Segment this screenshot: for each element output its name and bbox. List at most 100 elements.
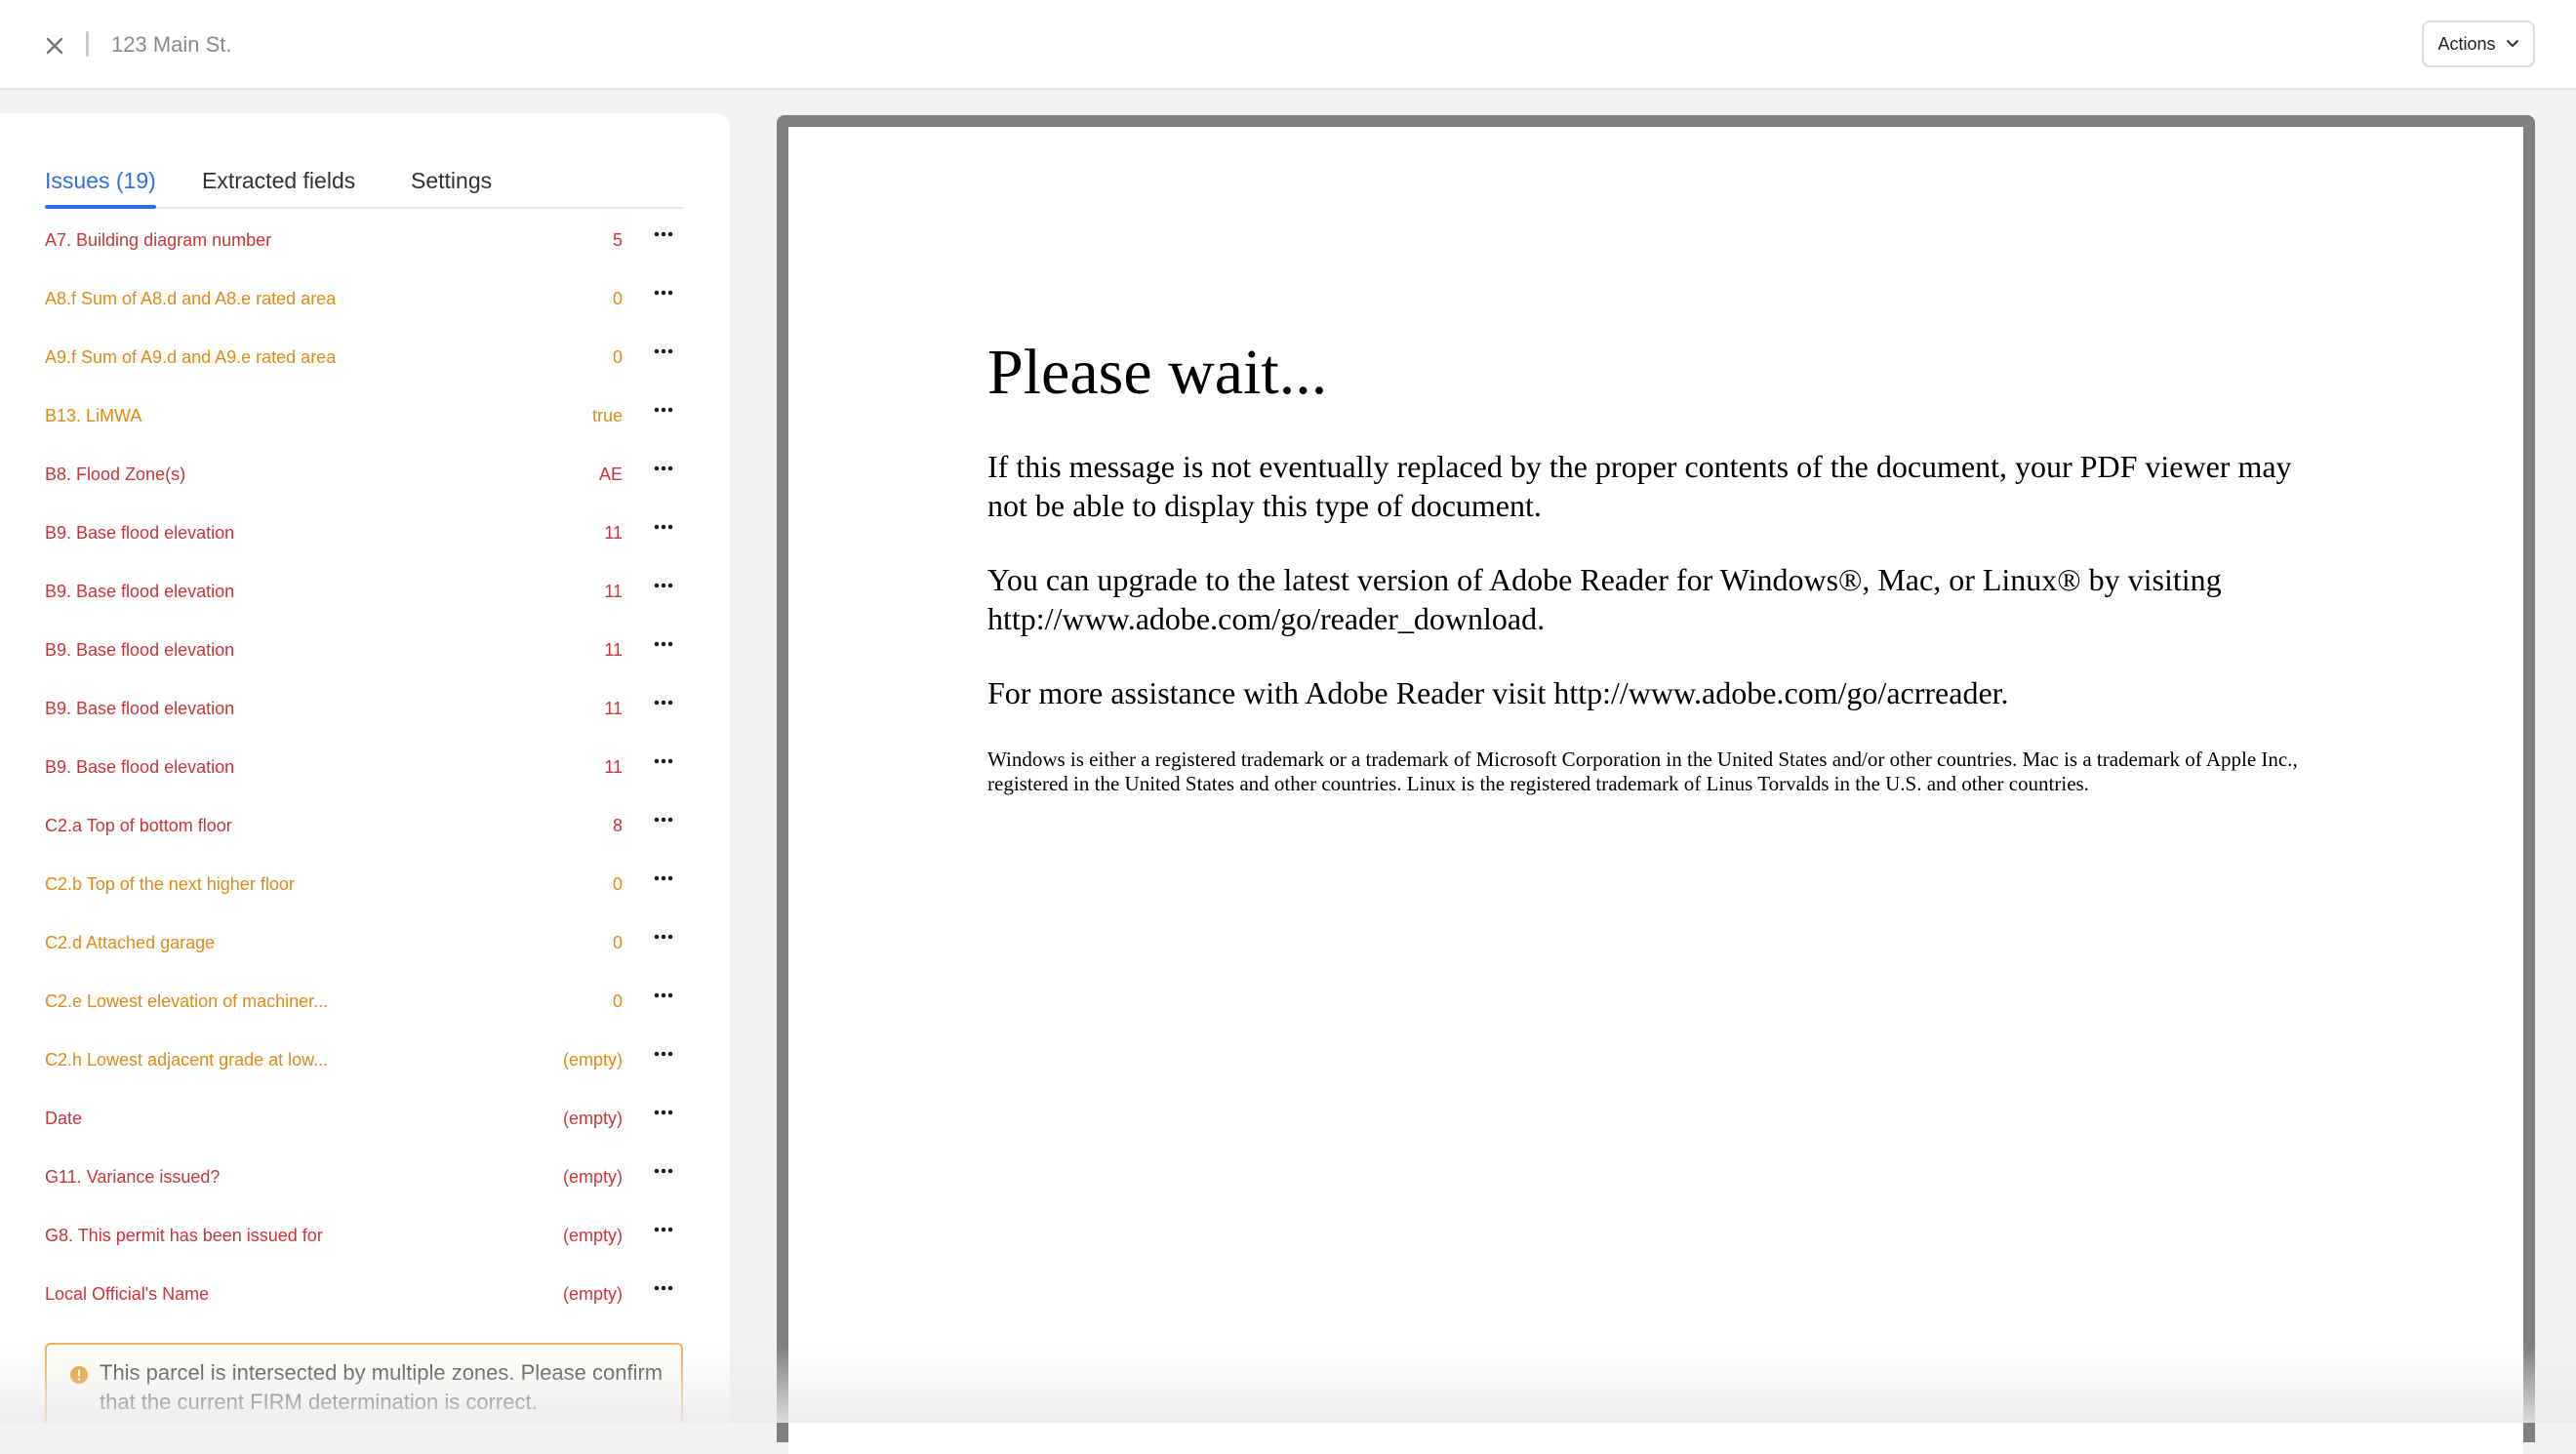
issue-label[interactable]: C2.b Top of the next higher floor — [45, 872, 295, 896]
issue-row[interactable]: Date (empty) — [0, 1089, 730, 1148]
issue-row[interactable]: B9. Base flood elevation 11 — [0, 621, 730, 679]
actions-dropdown-button[interactable]: Actions — [2422, 20, 2535, 67]
issue-value: AE — [598, 464, 623, 484]
more-horizontal-icon — [654, 641, 673, 647]
more-horizontal-icon — [654, 583, 673, 588]
more-horizontal-icon — [654, 934, 673, 940]
issue-more-button[interactable] — [648, 279, 679, 306]
issue-value: (empty) — [562, 1284, 623, 1304]
tab-extracted-fields-label: Extracted fields — [202, 168, 356, 193]
issue-value: (empty) — [562, 1226, 623, 1245]
actions-label: Actions — [2437, 33, 2496, 54]
issue-label[interactable]: B9. Base flood elevation — [45, 697, 234, 720]
more-horizontal-icon — [654, 1051, 673, 1057]
issue-more-button[interactable] — [648, 747, 679, 775]
more-horizontal-icon — [654, 992, 673, 998]
issue-value: 11 — [604, 523, 623, 543]
issue-label[interactable]: Date — [45, 1107, 82, 1130]
more-horizontal-icon — [654, 348, 673, 354]
issue-label[interactable]: C2.a Top of bottom floor — [45, 814, 232, 837]
issue-value: 0 — [612, 874, 623, 894]
more-horizontal-icon — [654, 1227, 673, 1232]
issue-row[interactable]: B9. Base flood elevation 11 — [0, 562, 730, 621]
issue-label[interactable]: A9.f Sum of A9.d and A9.e rated area — [45, 345, 336, 369]
panel-tabs: Issues (19) Extracted fields Settings — [45, 139, 683, 209]
more-horizontal-icon — [654, 407, 673, 413]
issue-label[interactable]: B8. Flood Zone(s) — [45, 463, 185, 486]
issue-row[interactable]: C2.b Top of the next higher floor 0 — [0, 855, 730, 913]
issue-more-button[interactable] — [648, 923, 679, 950]
issue-value: 11 — [604, 640, 623, 660]
warning-message: This parcel is intersected by multiple z… — [100, 1360, 664, 1414]
issue-more-button[interactable] — [648, 630, 679, 658]
issue-label[interactable]: C2.d Attached garage — [45, 931, 215, 954]
pdf-paragraph-3: For more assistance with Adobe Reader vi… — [987, 675, 2009, 710]
tab-extracted-fields[interactable]: Extracted fields — [202, 166, 355, 195]
issue-label[interactable]: G11. Variance issued? — [45, 1165, 220, 1189]
issue-value: (empty) — [562, 1050, 623, 1070]
issue-more-button[interactable] — [648, 338, 679, 365]
issue-row[interactable]: Local Official's Name (empty) — [0, 1265, 730, 1323]
more-horizontal-icon — [654, 465, 673, 471]
issue-value: true — [591, 406, 623, 425]
issue-row[interactable]: G8. This permit has been issued for (empt… — [0, 1206, 730, 1265]
more-horizontal-icon — [654, 1168, 673, 1174]
issue-value: 11 — [604, 699, 623, 718]
issue-more-button[interactable] — [648, 396, 679, 424]
issue-more-button[interactable] — [648, 1099, 679, 1126]
issue-label[interactable]: G8. This permit has been issued for — [45, 1224, 323, 1247]
issue-row[interactable]: A8.f Sum of A8.d and A8.e rated area 0 — [0, 269, 730, 328]
more-horizontal-icon — [654, 817, 673, 823]
tab-issues[interactable]: Issues (19) — [45, 166, 156, 195]
issue-label[interactable]: C2.e Lowest elevation of machiner... — [45, 990, 328, 1013]
issue-label[interactable]: Local Official's Name — [45, 1282, 209, 1306]
issue-row[interactable]: B8. Flood Zone(s) AE — [0, 445, 730, 504]
issue-more-button[interactable] — [648, 806, 679, 833]
issue-row[interactable]: B13. LiMWA true — [0, 386, 730, 445]
issue-label[interactable]: A8.f Sum of A8.d and A8.e rated area — [45, 287, 336, 310]
issue-more-button[interactable] — [648, 865, 679, 892]
issue-row[interactable]: C2.h Lowest adjacent grade at low... (emp… — [0, 1030, 730, 1089]
issue-more-button[interactable] — [648, 689, 679, 716]
tab-issues-label: Issues (19) — [45, 168, 156, 193]
issue-row[interactable]: C2.a Top of bottom floor 8 — [0, 796, 730, 855]
issue-more-button[interactable] — [648, 513, 679, 541]
issue-label[interactable]: B9. Base flood elevation — [45, 755, 234, 779]
issue-label[interactable]: B9. Base flood elevation — [45, 638, 234, 662]
issue-more-button[interactable] — [648, 221, 679, 248]
tab-settings[interactable]: Settings — [411, 166, 492, 195]
issue-label[interactable]: B9. Base flood elevation — [45, 580, 234, 603]
issue-row[interactable]: B9. Base flood elevation 11 — [0, 679, 730, 738]
issue-row[interactable]: B9. Base flood elevation 11 — [0, 504, 730, 562]
issue-row[interactable]: C2.d Attached garage 0 — [0, 913, 730, 972]
issue-label[interactable]: C2.h Lowest adjacent grade at low... — [45, 1048, 328, 1071]
issue-more-button[interactable] — [648, 982, 679, 1009]
issue-row[interactable]: A9.f Sum of A9.d and A9.e rated area 0 — [0, 328, 730, 386]
issue-row[interactable]: C2.e Lowest elevation of machiner... 0 — [0, 972, 730, 1030]
issue-value: 0 — [612, 991, 623, 1011]
issue-more-button[interactable] — [648, 1040, 679, 1068]
more-horizontal-icon — [654, 1285, 673, 1291]
issue-value: (empty) — [562, 1109, 623, 1128]
close-button[interactable] — [37, 28, 72, 63]
property-address: 123 Main St. — [111, 32, 232, 57]
issue-label[interactable]: B13. LiMWA — [45, 404, 141, 427]
top-header: 123 Main St. Actions — [0, 0, 2576, 90]
issue-more-button[interactable] — [648, 1216, 679, 1243]
issue-more-button[interactable] — [648, 572, 679, 599]
issue-label[interactable]: A7. Building diagram number — [45, 228, 271, 252]
issue-list: A7. Building diagram number 5 A8.f Sum of … — [0, 211, 730, 1323]
issue-more-button[interactable] — [648, 1274, 679, 1302]
issue-value: 8 — [612, 816, 623, 835]
issue-value: (empty) — [562, 1167, 623, 1187]
more-horizontal-icon — [654, 758, 673, 764]
issue-more-button[interactable] — [648, 455, 679, 482]
issue-row[interactable]: B9. Base flood elevation 11 — [0, 738, 730, 796]
issue-more-button[interactable] — [648, 1157, 679, 1185]
issue-label[interactable]: B9. Base flood elevation — [45, 521, 234, 545]
issue-row[interactable]: A7. Building diagram number 5 — [0, 211, 730, 269]
pdf-page[interactable]: Please wait... If this message is not ev… — [788, 127, 2523, 1454]
issue-row[interactable]: G11. Variance issued? (empty) — [0, 1148, 730, 1206]
more-horizontal-icon — [654, 524, 673, 530]
pdf-paragraph-1: If this message is not eventually replac… — [987, 449, 2292, 523]
